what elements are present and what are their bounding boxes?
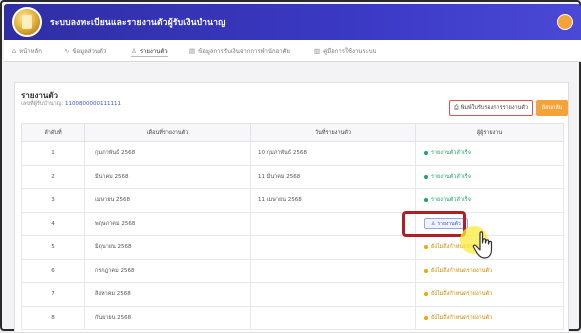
- row-number: 5: [21, 235, 85, 260]
- report-table: ลำดับที่ เดือนที่รายงานตัว วันที่รายงานต…: [21, 123, 564, 330]
- table-row: 6 กรกฎาคม 2568 ยังไม่ถึงกำหนดรายงานตัว: [21, 258, 564, 283]
- book-icon: ▥: [314, 47, 321, 55]
- user-icon: ∿: [64, 47, 70, 55]
- nav-manual[interactable]: ▥ คู่มือการใช้งานระบบ: [314, 46, 376, 56]
- back-button[interactable]: ย้อนกลับ: [536, 100, 568, 116]
- home-icon: ⌂: [12, 47, 17, 55]
- printer-icon: ⎙: [453, 104, 459, 111]
- emblem-logo: [12, 7, 42, 37]
- row-date: 11 เมษายน 2568: [250, 188, 416, 213]
- row-date: [250, 235, 416, 260]
- row-date: 10 กุมภาพันธ์ 2568: [250, 141, 416, 166]
- status-badge: ยังไม่ถึงกำหนดรายงานตัว: [424, 290, 492, 298]
- row-number: 4: [21, 211, 85, 236]
- nav-payment-info[interactable]: ▤ ข้อมูลการรับเงินจากการพำนักอาศัย: [189, 46, 290, 56]
- row-date: [250, 211, 416, 236]
- hand-cursor-icon: [472, 231, 493, 259]
- document-icon: ▤: [189, 47, 196, 55]
- row-month: กุมภาพันธ์ 2568: [84, 141, 251, 166]
- status-label: รายงานตัวสำเร็จ: [431, 173, 471, 180]
- main-nav: ⌂ หน้าหลัก ∿ ข้อมูลส่วนตัว ♙ รายงานตัว ▤…: [4, 40, 581, 62]
- col-header-month: เดือนที่รายงานตัว: [84, 123, 251, 142]
- success-dot-icon: [424, 198, 428, 203]
- status-badge: รายงานตัวสำเร็จ: [424, 196, 471, 204]
- highlight-annotation: [402, 211, 466, 237]
- report-card: รายงานตัว เลขที่ผู้รับบำนาญ: 11008000001…: [14, 82, 569, 333]
- status-label: ยังไม่ถึงกำหนดรายงานตัว: [431, 267, 493, 274]
- row-status: ยังไม่ถึงกำหนดรายงานตัว: [415, 258, 564, 283]
- pending-dot-icon: [424, 315, 428, 320]
- status-label: รายงานตัวสำเร็จ: [431, 197, 471, 204]
- table-row: 3 เมษายน 2568 11 เมษายน 2568 รายงานตัวสำเร็…: [21, 188, 564, 213]
- row-number: 1: [21, 141, 85, 166]
- success-dot-icon: [424, 174, 428, 179]
- row-month: พฤษภาคม 2568: [84, 211, 251, 236]
- status-label: ยังไม่ถึงกำหนดรายงานตัว: [431, 291, 493, 298]
- row-date: [250, 258, 416, 283]
- app-title: ระบบลงทะเบียนและรายงานตัวผู้รับเงินบำนาญ: [50, 18, 226, 28]
- nav-report[interactable]: ♙ รายงานตัว: [131, 46, 168, 57]
- pensioner-id: เลขที่ผู้รับบำนาญ: 1100800000111111: [21, 101, 122, 107]
- pending-dot-icon: [424, 245, 428, 250]
- row-number: 7: [21, 282, 85, 307]
- row-status: ยังไม่ถึงกำหนดรายงานตัว: [415, 282, 564, 307]
- app-header: ระบบลงทะเบียนและรายงานตัวผู้รับเงินบำนาญ: [4, 4, 581, 40]
- row-month: มิถุนายน 2568: [84, 235, 251, 260]
- row-month: เมษายน 2568: [84, 188, 251, 213]
- row-number: 3: [21, 188, 85, 213]
- print-certificate-button[interactable]: ⎙ พิมพ์ใบรับรองการรายงานตัว: [449, 100, 533, 116]
- status-label: ยังไม่ถึงกำหนดรายงานตัว: [431, 314, 493, 321]
- status-badge: รายงานตัวสำเร็จ: [424, 173, 471, 181]
- col-header-status: ผู้ผู้รายงาน: [415, 123, 564, 142]
- row-date: 11 มีนาคม 2568: [250, 164, 416, 189]
- row-number: 6: [21, 258, 85, 283]
- table-row: 8 กันยายน 2568 ยังไม่ถึงกำหนดรายงานตัว: [21, 305, 564, 330]
- table-header-row: ลำดับที่ เดือนที่รายงานตัว วันที่รายงานต…: [21, 123, 564, 142]
- status-badge: รายงานตัวสำเร็จ: [424, 149, 471, 157]
- row-status: ยังไม่ถึงกำหนดรายงานตัว: [415, 305, 564, 330]
- status-badge: ยังไม่ถึงกำหนดรายงานตัว: [424, 314, 492, 322]
- row-date: [250, 305, 416, 330]
- row-number: 2: [21, 164, 85, 189]
- row-month: มีนาคม 2568: [84, 164, 251, 189]
- row-status: รายงานตัวสำเร็จ: [415, 164, 564, 189]
- col-header-date: วันที่รายงานตัว: [250, 123, 416, 142]
- row-status: รายงานตัวสำเร็จ: [415, 188, 564, 213]
- status-badge: ยังไม่ถึงกำหนดรายงานตัว: [424, 267, 492, 275]
- person-icon: ♙: [131, 47, 137, 55]
- pending-dot-icon: [424, 268, 428, 273]
- row-month: กันยายน 2568: [84, 305, 251, 330]
- table-row: 7 สิงหาคม 2568 ยังไม่ถึงกำหนดรายงานตัว: [21, 282, 564, 307]
- row-status: รายงานตัวสำเร็จ: [415, 141, 564, 166]
- row-number: 8: [21, 305, 85, 330]
- pending-dot-icon: [424, 292, 428, 297]
- status-label: รายงานตัวสำเร็จ: [431, 150, 471, 157]
- row-date: [250, 282, 416, 307]
- success-dot-icon: [424, 151, 428, 156]
- nav-profile[interactable]: ∿ ข้อมูลส่วนตัว: [64, 46, 106, 56]
- row-month: กรกฎาคม 2568: [84, 258, 251, 283]
- col-header-no: ลำดับที่: [21, 123, 85, 142]
- user-avatar[interactable]: [557, 14, 573, 30]
- app-window: ระบบลงทะเบียนและรายงานตัวผู้รับเงินบำนาญ…: [0, 0, 581, 333]
- nav-home[interactable]: ⌂ หน้าหลัก: [12, 46, 42, 56]
- row-month: สิงหาคม 2568: [84, 282, 251, 307]
- table-row: 1 กุมภาพันธ์ 2568 10 กุมภาพันธ์ 2568 รายงาน…: [21, 141, 564, 166]
- table-row: 2 มีนาคม 2568 11 มีนาคม 2568 รายงานตัวสำเร็…: [21, 164, 564, 189]
